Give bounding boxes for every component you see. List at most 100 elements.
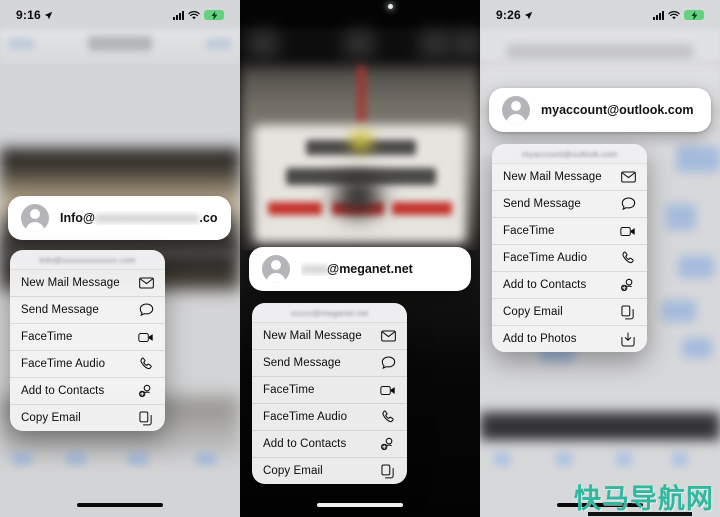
menu-item-label: FaceTime: [263, 384, 315, 396]
menu-item-new-mail-message[interactable]: New Mail Message: [252, 322, 407, 349]
battery-charging-icon: [204, 10, 224, 20]
contact-email-blurred: xxxx: [301, 262, 329, 276]
menu-item-label: FaceTime Audio: [503, 252, 588, 264]
menu-item-send-message[interactable]: Send Message: [10, 296, 165, 323]
menu-item-facetime-audio[interactable]: FaceTime Audio: [492, 244, 647, 271]
envelope-icon: [620, 169, 636, 185]
site-watermark: 快马导航网: [574, 484, 714, 516]
menu-item-label: Copy Email: [503, 306, 563, 318]
menu-item-label: Add to Contacts: [263, 438, 347, 450]
copy-documents-icon: [380, 463, 396, 479]
action-menu[interactable]: Info@xxxxxxxxxxxxx.com New Mail Message …: [10, 250, 165, 431]
status-time-group: 9:26: [496, 8, 533, 22]
phone-handset-icon: [138, 356, 154, 372]
menu-item-label: FaceTime: [503, 225, 555, 237]
envelope-icon: [138, 275, 154, 291]
menu-item-label: Add to Contacts: [503, 279, 587, 291]
menu-item-copy-email[interactable]: Copy Email: [10, 404, 165, 431]
status-time: 9:16: [16, 8, 41, 22]
action-menu[interactable]: xxxxx@meganet.net New Mail Message Send …: [252, 303, 407, 484]
menu-item-add-to-contacts[interactable]: Add to Contacts: [10, 377, 165, 404]
speech-bubble-icon: [380, 355, 396, 371]
blurred-badge-4: [662, 300, 696, 322]
menu-item-add-to-contacts[interactable]: Add to Contacts: [492, 271, 647, 298]
action-menu-header: myaccount@outlook.com: [492, 144, 647, 163]
blurred-badge-1: [676, 146, 720, 172]
contact-email: xxxx @meganet.net: [301, 262, 413, 276]
blurred-dark-band: [480, 412, 720, 440]
blurred-nav-action: [206, 38, 232, 50]
menu-item-label: New Mail Message: [263, 330, 362, 342]
menu-item-facetime-audio[interactable]: FaceTime Audio: [10, 350, 165, 377]
menu-item-send-message[interactable]: Send Message: [252, 349, 407, 376]
menu-item-label: Send Message: [503, 198, 581, 210]
menu-item-label: New Mail Message: [21, 277, 120, 289]
menu-item-label: Copy Email: [21, 412, 81, 424]
avatar: [262, 255, 290, 283]
battery-charging-icon: [684, 10, 704, 20]
contact-email-suffix: @meganet.net: [327, 262, 413, 276]
status-time-group: 9:16: [16, 8, 53, 22]
menu-item-new-mail-message[interactable]: New Mail Message: [492, 163, 647, 190]
speech-bubble-icon: [138, 302, 154, 318]
blurred-toolbar-icon-1: [248, 30, 278, 58]
menu-item-add-to-contacts[interactable]: Add to Contacts: [252, 430, 407, 457]
menu-item-label: FaceTime Audio: [263, 411, 348, 423]
status-indicators: [653, 10, 704, 20]
menu-item-label: Add to Photos: [503, 333, 577, 345]
blurred-badge-3: [678, 256, 714, 278]
menu-item-label: Add to Contacts: [21, 385, 105, 397]
contact-card[interactable]: myaccount@outlook.com: [489, 88, 711, 132]
wifi-icon: [668, 10, 680, 19]
copy-documents-icon: [620, 304, 636, 320]
blurred-link-2: [66, 452, 86, 465]
action-menu[interactable]: myaccount@outlook.com New Mail Message S…: [492, 144, 647, 352]
status-indicators: [173, 10, 224, 20]
phone-handset-icon: [620, 250, 636, 266]
menu-item-new-mail-message[interactable]: New Mail Message: [10, 269, 165, 296]
speech-bubble-icon: [620, 196, 636, 212]
contact-email: myaccount@outlook.com: [541, 103, 694, 117]
location-arrow-icon: [44, 11, 53, 19]
camera-indicator-dot: [388, 4, 393, 9]
menu-item-facetime[interactable]: FaceTime: [252, 376, 407, 403]
envelope-icon: [380, 328, 396, 344]
save-download-icon: [620, 331, 636, 347]
menu-item-add-to-photos[interactable]: Add to Photos: [492, 325, 647, 352]
menu-item-label: Copy Email: [263, 465, 323, 477]
blurred-red-text-3: [392, 202, 452, 215]
panel-right: 9:26 myaccount@outlook.com myaccount@out…: [480, 0, 720, 517]
blurred-lower-1: [494, 452, 510, 466]
menu-item-facetime-audio[interactable]: FaceTime Audio: [252, 403, 407, 430]
home-indicator: [317, 503, 403, 507]
blurred-toolbar-icon-2: [344, 30, 374, 58]
home-indicator: [77, 503, 163, 507]
add-person-icon: [380, 436, 396, 452]
contact-email-suffix: .com: [199, 211, 218, 225]
action-menu-header: Info@xxxxxxxxxxxxx.com: [10, 250, 165, 269]
menu-item-copy-email[interactable]: Copy Email: [492, 298, 647, 325]
contact-email-blurred: xxxxxxxxxxxxxxx: [95, 211, 200, 225]
menu-item-facetime[interactable]: FaceTime: [492, 217, 647, 244]
blurred-link-3: [128, 452, 148, 465]
panel-left: 9:16 Info@ xxxxxxxxxxxxxxx .co Info@xxxx…: [0, 0, 240, 517]
menu-item-send-message[interactable]: Send Message: [492, 190, 647, 217]
menu-item-label: FaceTime Audio: [21, 358, 106, 370]
menu-item-copy-email[interactable]: Copy Email: [252, 457, 407, 484]
blurred-lower-4: [672, 452, 688, 466]
video-camera-icon: [138, 329, 154, 345]
blurred-nav-back: [8, 38, 34, 50]
action-menu-header: xxxxx@meganet.net: [252, 303, 407, 322]
menu-item-label: New Mail Message: [503, 171, 602, 183]
copy-documents-icon: [138, 410, 154, 426]
menu-item-label: FaceTime: [21, 331, 73, 343]
screenshot-stage: 9:16 Info@ xxxxxxxxxxxxxxx .co Info@xxxx…: [0, 0, 720, 517]
contact-email: Info@ xxxxxxxxxxxxxxx .com: [60, 211, 218, 225]
blurred-toolbar-icon-4: [452, 30, 480, 58]
contact-card[interactable]: xxxx @meganet.net: [249, 247, 471, 291]
video-camera-icon: [620, 223, 636, 239]
contact-card[interactable]: Info@ xxxxxxxxxxxxxxx .com: [8, 196, 231, 240]
blurred-search-bar: [506, 44, 694, 60]
menu-item-facetime[interactable]: FaceTime: [10, 323, 165, 350]
cellular-bars-icon: [653, 10, 664, 20]
